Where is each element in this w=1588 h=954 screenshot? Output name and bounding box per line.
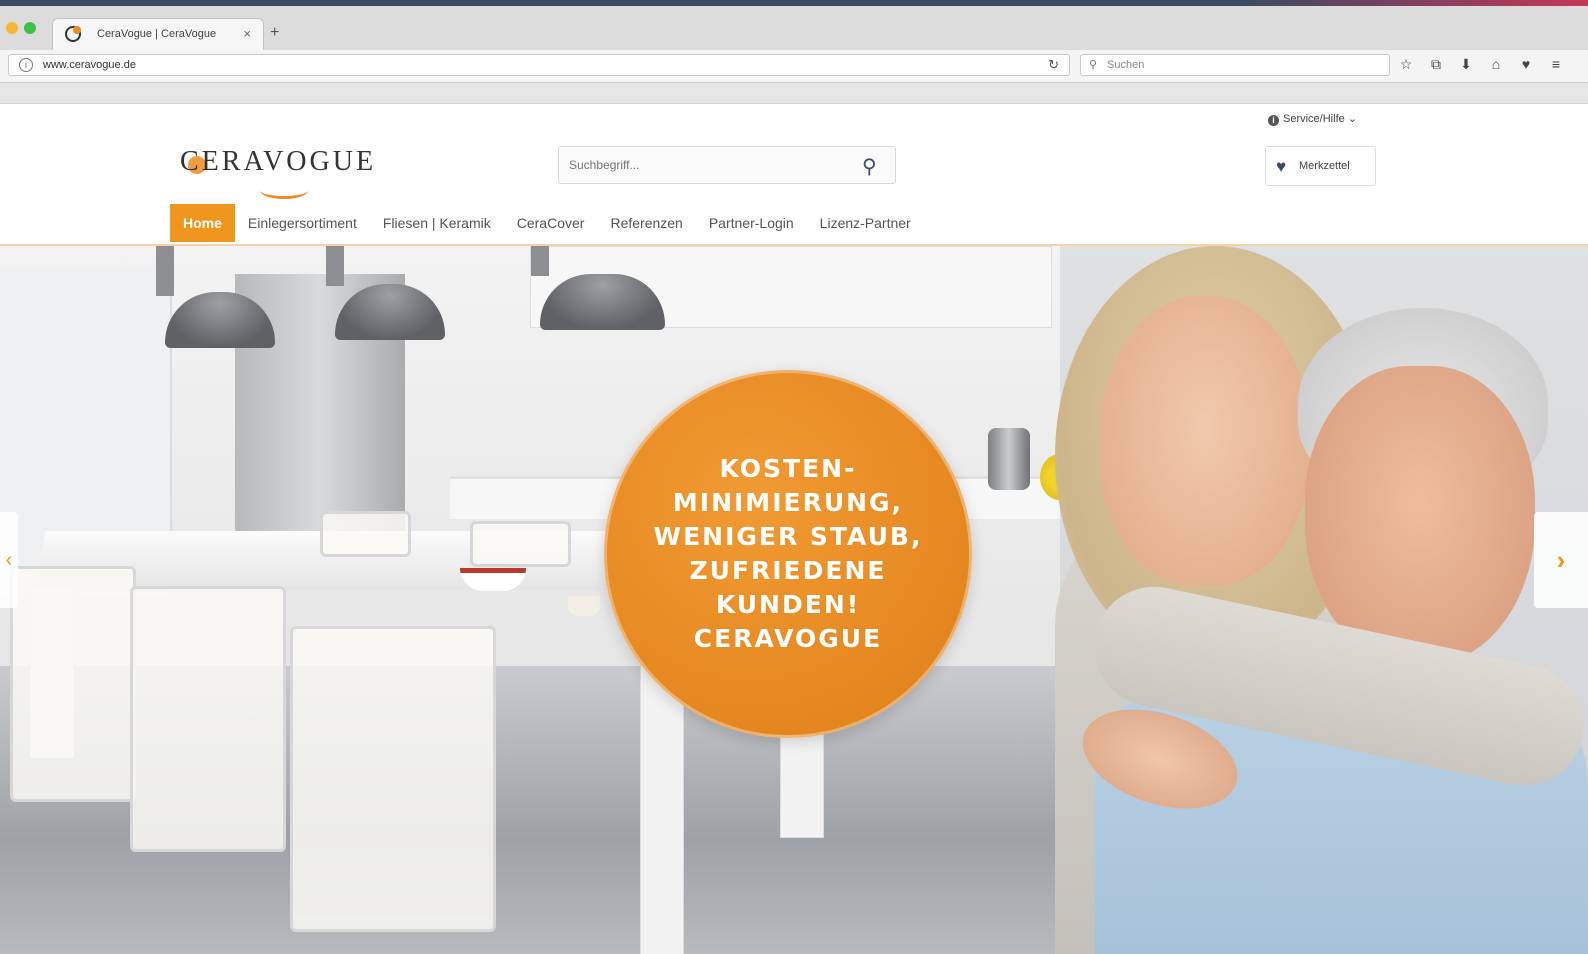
chair xyxy=(470,521,571,567)
minimize-window-dot[interactable] xyxy=(6,22,18,34)
star-icon[interactable]: ☆ xyxy=(1398,56,1414,73)
pocket-icon[interactable]: ♥ xyxy=(1518,56,1534,73)
hero-slider: KOSTEN- MINIMIERUNG, WENIGER STAUB, ZUFR… xyxy=(0,246,1588,954)
browser-tab-bar: CeraVogue | CeraVogue × + xyxy=(0,6,1588,51)
merkzettel-button[interactable]: ♥ Merkzettel xyxy=(1265,146,1376,186)
browser-nav-bar: i www.ceravogue.de ↻ ⚲ Suchen ☆ ⧉ ⬇ ⌂ ♥ … xyxy=(0,50,1588,83)
bookmarks-bar xyxy=(0,83,1588,104)
download-icon[interactable]: ⬇ xyxy=(1458,56,1474,73)
browser-tab[interactable]: CeraVogue | CeraVogue × xyxy=(52,18,264,51)
browser-toolbar-icons: ☆ ⧉ ⬇ ⌂ ♥ ≡ xyxy=(1398,56,1564,73)
kettle xyxy=(988,428,1030,490)
service-help-label: Service/Hilfe ⌄ xyxy=(1283,113,1358,125)
promo-badge: KOSTEN- MINIMIERUNG, WENIGER STAUB, ZUFR… xyxy=(604,370,972,738)
coffee-cup xyxy=(568,596,600,616)
service-help-dropdown[interactable]: i Service/Hilfe ⌄ xyxy=(1268,112,1357,126)
merkzettel-label: Merkzettel xyxy=(1299,160,1350,172)
ceravogue-favicon-icon xyxy=(65,26,81,42)
info-icon: i xyxy=(1268,115,1279,126)
man-face xyxy=(1305,366,1535,666)
slider-next-arrow[interactable]: › xyxy=(1534,512,1588,608)
tab-title: CeraVogue | CeraVogue xyxy=(97,28,217,40)
main-navigation: Home Einlegersortiment Fliesen | Keramik… xyxy=(170,204,924,242)
nav-item-ceracover[interactable]: CeraCover xyxy=(504,204,598,242)
browser-search-placeholder: Suchen xyxy=(1107,59,1145,71)
slider-prev-arrow[interactable]: ‹ xyxy=(0,512,18,608)
search-icon[interactable]: ⚲ xyxy=(862,154,877,179)
nav-item-einlegersortiment[interactable]: Einlegersortiment xyxy=(235,204,370,242)
clipboard-icon[interactable]: ⧉ xyxy=(1428,56,1444,73)
site-info-icon[interactable]: i xyxy=(19,58,33,72)
site-search-input[interactable] xyxy=(558,146,896,184)
chair xyxy=(10,566,136,802)
promo-badge-text: KOSTEN- MINIMIERUNG, WENIGER STAUB, ZUFR… xyxy=(653,454,923,653)
ceravogue-logo[interactable]: CERAVOGUE xyxy=(180,146,376,178)
reload-icon[interactable]: ↻ xyxy=(1048,57,1059,73)
site-header: i Service/Hilfe ⌄ CERAVOGUE ⚲ ♥ Merkzette… xyxy=(0,104,1588,246)
url-text[interactable]: www.ceravogue.de xyxy=(43,59,136,71)
nav-item-partner-login[interactable]: Partner-Login xyxy=(696,204,807,242)
heart-icon: ♥ xyxy=(1276,157,1287,176)
url-bar[interactable]: i www.ceravogue.de ↻ xyxy=(8,54,1070,76)
woman-face xyxy=(1100,296,1310,586)
logo-swoosh xyxy=(260,182,308,199)
nav-item-lizenz-partner[interactable]: Lizenz-Partner xyxy=(807,204,924,242)
home-icon[interactable]: ⌂ xyxy=(1488,56,1504,73)
chair xyxy=(320,511,411,557)
maximize-window-dot[interactable] xyxy=(24,22,36,34)
menu-icon[interactable]: ≡ xyxy=(1548,56,1564,73)
browser-search-input[interactable]: ⚲ Suchen xyxy=(1080,54,1390,76)
chair xyxy=(290,626,496,932)
browser-search-icon: ⚲ xyxy=(1089,59,1098,71)
chair xyxy=(130,586,286,852)
nav-item-home[interactable]: Home xyxy=(170,204,235,242)
nav-item-fliesen-keramik[interactable]: Fliesen | Keramik xyxy=(370,204,504,242)
tab-close-icon[interactable]: × xyxy=(243,26,251,41)
new-tab-button[interactable]: + xyxy=(270,24,279,42)
nav-item-referenzen[interactable]: Referenzen xyxy=(597,204,695,242)
